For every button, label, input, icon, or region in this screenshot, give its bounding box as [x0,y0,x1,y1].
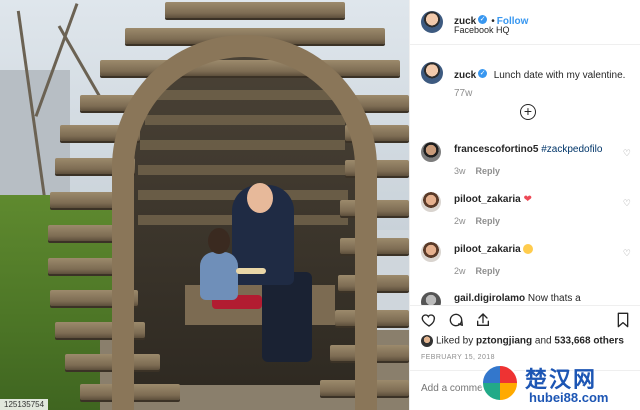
avatar[interactable] [421,292,441,305]
comment-line: piloot_zakaria [454,244,534,255]
verified-badge-icon: ✓ [478,15,488,25]
figure-child [200,252,238,300]
lunch-plate [236,268,266,274]
load-more-comments-icon[interactable]: + [520,104,536,120]
caption-time: 77w [454,88,473,99]
likes-connector: and [534,335,552,347]
caption-line: zuck ✓ Lunch date with my valentine. [454,65,625,83]
comment-like-heart-icon[interactable]: ♡ [623,148,631,159]
comment-like-heart-icon[interactable]: ♡ [623,248,631,259]
like-heart-icon[interactable] [421,312,437,332]
figure-man-legs [262,272,312,362]
likes-prefix: Liked by [436,335,474,347]
liker-avatar [421,335,433,347]
comment-meta: 3w Reply [454,166,500,176]
caption-text: Lunch date with my valentine. [493,70,626,81]
comment-time: 2w [454,266,466,276]
avatar[interactable] [421,192,441,212]
avatar[interactable] [421,11,443,33]
likes-others[interactable]: 533,668 others [554,336,624,347]
avatar[interactable] [421,142,441,162]
caption-username[interactable]: zuck [454,70,476,81]
comment-item: piloot_zakaria 2w Reply ♡ [410,240,640,290]
avatar[interactable] [421,62,443,84]
comment-text: Now thats a [527,293,581,304]
reply-button[interactable]: Reply [476,266,501,276]
watermark-url: hubei88.com [529,390,609,405]
comment-item: piloot_zakaria ❤ 2w Reply ♡ [410,190,640,240]
avatar[interactable] [421,242,441,262]
watermark-logo-icon [481,364,519,402]
comment-time: 2w [454,216,466,226]
wood-slat [165,2,345,18]
comment-like-heart-icon[interactable]: ♡ [623,198,631,209]
red-heart-emoji-icon: ❤ [523,194,532,205]
comment-time: 3w [454,166,466,176]
post-header: zuck ✓ • Follow Facebook HQ [410,0,640,45]
comment-bubble-icon[interactable] [448,312,464,332]
comment-username[interactable]: piloot_zakaria [454,194,521,205]
comment-item: francescofortino5 #zackpedofilo 3w Reply … [410,140,640,190]
post-side-panel: zuck ✓ • Follow Facebook HQ zuck ✓ Lunch dat… [409,0,640,410]
comment-hashtag[interactable]: #zackpedofilo [541,144,602,155]
share-icon[interactable] [475,312,491,332]
post-actions [410,305,640,333]
comment-username[interactable]: gail.digirolamo [454,293,525,304]
comment-meta: 2w Reply [454,266,500,276]
location-link[interactable]: Facebook HQ [454,25,510,35]
reply-button[interactable]: Reply [476,216,501,226]
heart-eyes-emoji-icon [523,244,534,255]
comment-line: piloot_zakaria ❤ [454,194,532,205]
comment-item: gail.digirolamo Now thats a [410,290,640,305]
verified-badge-icon: ✓ [478,69,488,79]
figure-child-head [208,228,230,254]
reply-button[interactable]: Reply [476,166,501,176]
bookmark-icon[interactable] [616,312,630,332]
likes-user[interactable]: pztongjiang [476,336,532,347]
photo-corner-tag: 125135754 [0,399,49,410]
site-watermark: 楚汉网 hubei88.com [477,360,640,410]
likes-summary[interactable]: Liked by pztongjiang and 533,668 others [421,335,624,347]
comment-line: francescofortino5 #zackpedofilo [454,144,602,155]
comment-username[interactable]: francescofortino5 [454,144,538,155]
comment-meta: 2w Reply [454,216,500,226]
figure-man-head [247,183,273,213]
post-photo[interactable]: 125135754 [0,0,409,410]
comment-line: gail.digirolamo Now thats a [454,293,581,304]
comment-username[interactable]: piloot_zakaria [454,244,521,255]
